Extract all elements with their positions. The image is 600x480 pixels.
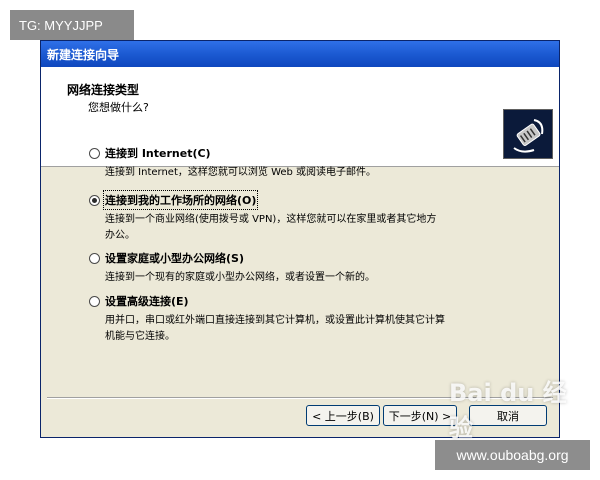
url-overlay-text: www.ouboabg.org bbox=[456, 447, 569, 463]
tg-overlay-tag: TG: MYYJJPP bbox=[10, 10, 134, 40]
radio-advanced-connection[interactable] bbox=[89, 295, 100, 307]
page-subtitle: 您想做什么? bbox=[88, 101, 149, 114]
radio-home-network[interactable] bbox=[89, 252, 100, 264]
option-connect-internet-description: 连接到 Internet，这样您就可以浏览 Web 或阅读电子邮件。 bbox=[105, 167, 377, 178]
option-advanced-connection-description: 用并口，串口或红外端口直接连接到其它计算机，或设置此计算机使其它计算机能与它连接… bbox=[105, 315, 445, 342]
option-connect-workplace-label[interactable]: 连接到我的工作场所的网络(O) bbox=[102, 190, 259, 210]
page-title: 网络连接类型 bbox=[67, 83, 140, 97]
option-advanced-connection[interactable]: 设置高级连接(E) 用并口，串口或红外端口直接连接到其它计算机，或设置此计算机使… bbox=[89, 293, 445, 345]
network-connection-icon bbox=[503, 109, 553, 159]
option-home-network-description: 连接到一个现有的家庭或小型办公网络，或者设置一个新的。 bbox=[105, 272, 375, 283]
window-titlebar[interactable]: 新建连接向导 bbox=[41, 41, 559, 67]
new-connection-wizard-window: 新建连接向导 网络连接类型 您想做什么? 连接到 Internet(C) 连接到… bbox=[40, 40, 567, 442]
option-connect-internet-label[interactable]: 连接到 Internet(C) bbox=[105, 145, 211, 161]
option-connect-workplace-description: 连接到一个商业网络(使用拨号或 VPN)，这样您就可以在家里或者其它地方办公。 bbox=[105, 214, 437, 241]
window-title: 新建连接向导 bbox=[47, 47, 120, 62]
url-overlay-tag: www.ouboabg.org bbox=[435, 440, 590, 470]
baidu-watermark: Bai du 经验 bbox=[449, 379, 567, 442]
option-advanced-connection-label[interactable]: 设置高级连接(E) bbox=[105, 293, 189, 309]
option-connect-workplace[interactable]: 连接到我的工作场所的网络(O) 连接到一个商业网络(使用拨号或 VPN)，这样您… bbox=[89, 190, 445, 244]
option-connect-internet[interactable]: 连接到 Internet(C) 连接到 Internet，这样您就可以浏览 We… bbox=[89, 145, 445, 181]
tg-overlay-text: TG: MYYJJPP bbox=[19, 17, 103, 33]
next-button[interactable]: 下一步(N) > bbox=[383, 405, 457, 426]
radio-connect-internet[interactable] bbox=[89, 147, 100, 159]
back-button[interactable]: < 上一步(B) bbox=[306, 405, 380, 426]
radio-connect-workplace[interactable] bbox=[89, 194, 100, 206]
option-home-network-label[interactable]: 设置家庭或小型办公网络(S) bbox=[105, 250, 244, 266]
option-home-network[interactable]: 设置家庭或小型办公网络(S) 连接到一个现有的家庭或小型办公网络，或者设置一个新… bbox=[89, 250, 445, 286]
